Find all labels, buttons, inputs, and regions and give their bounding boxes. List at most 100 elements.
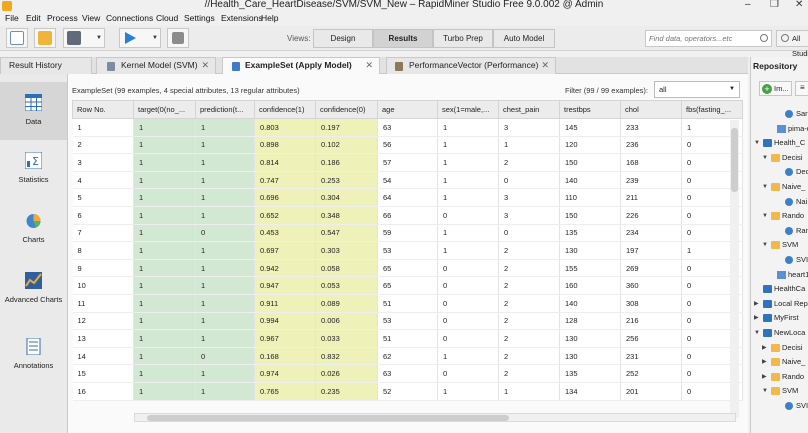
process-icon	[785, 197, 793, 206]
close-icon[interactable]: ✕	[365, 58, 373, 73]
collapse-icon[interactable]: ▶	[762, 356, 767, 368]
table-cell: 64	[377, 188, 438, 207]
tab-exampleset-apply-model[interactable]: ExampleSet (Apply Model) ✕	[222, 57, 380, 74]
collapse-icon[interactable]: ▶	[762, 371, 767, 383]
table-row[interactable]: 1 1 1 0.803 0.197 63 1 3 145 233 1	[72, 118, 743, 137]
collapse-icon[interactable]: ▶	[754, 298, 759, 310]
table-cell: 13	[72, 329, 134, 348]
all-studio-dropdown[interactable]: All Studio	[776, 30, 808, 58]
table-row[interactable]: 10 1 1 0.947 0.053 65 0 2 160 360 0	[72, 276, 743, 295]
table-row[interactable]: 15 1 1 0.974 0.026 63 0 2 135 252 0	[72, 364, 743, 383]
maximize-button[interactable]: ❐	[770, 0, 779, 10]
table-cell: 1	[195, 294, 255, 313]
column-header[interactable]: chest_pain	[498, 100, 560, 119]
collapse-icon[interactable]: ▶	[762, 342, 767, 354]
data-icon	[777, 124, 786, 133]
tab-performance-vector[interactable]: PerformanceVector (Performance) ✕	[386, 57, 556, 74]
search-input[interactable]	[646, 31, 756, 46]
table-row[interactable]: 9 1 1 0.942 0.058 65 0 2 155 269 0	[72, 259, 743, 278]
tree-item-label: Dec	[796, 167, 808, 177]
search-icon[interactable]	[760, 34, 768, 42]
horizontal-scrollbar[interactable]	[134, 413, 736, 422]
table-row[interactable]: 4 1 1 0.747 0.253 54 1 0 140 239 0	[72, 171, 743, 190]
table-cell: 0.026	[315, 364, 378, 383]
close-window-button[interactable]: ✕	[795, 0, 803, 10]
filter-dropdown[interactable]: all ▼	[654, 81, 740, 98]
table-row[interactable]: 12 1 1 0.994 0.006 53 0 2 128 216 0	[72, 312, 743, 331]
expand-icon[interactable]: ▼	[762, 210, 768, 222]
menu-cloud[interactable]: Cloud	[156, 13, 178, 23]
scrollbar-thumb[interactable]	[147, 415, 509, 421]
table-row[interactable]: 2 1 1 0.898 0.102 56 1 1 120 236 0	[72, 136, 743, 155]
nav-statistics[interactable]: Σ Statistics	[0, 140, 67, 198]
chevron-down-icon[interactable]: ▼	[152, 35, 158, 41]
import-data-button[interactable]: + Im...	[759, 81, 792, 96]
tab-result-history[interactable]: Result History	[0, 57, 92, 74]
column-header[interactable]: chol	[620, 100, 682, 119]
column-header[interactable]: age	[377, 100, 438, 119]
chevron-down-icon[interactable]: ▼	[96, 35, 102, 41]
menu-process[interactable]: Process	[47, 13, 78, 23]
column-header[interactable]: Row No.	[72, 100, 134, 119]
nav-data[interactable]: Data	[0, 82, 67, 140]
view-results-button[interactable]: Results	[373, 29, 433, 48]
column-header[interactable]: sex(1=male,...	[437, 100, 499, 119]
expand-icon[interactable]: ▼	[762, 152, 768, 164]
run-process-button[interactable]: ▼	[119, 28, 161, 48]
view-design-button[interactable]: Design	[313, 29, 373, 48]
view-auto-model-button[interactable]: Auto Model	[493, 29, 555, 48]
nav-advanced-charts[interactable]: Advanced Charts	[0, 260, 67, 318]
menu-help[interactable]: Help	[261, 13, 278, 23]
table-cell: 0.765	[254, 382, 316, 401]
column-header[interactable]: fbs(fasting_...	[681, 100, 743, 119]
menu-extensions[interactable]: Extensions	[221, 13, 263, 23]
column-header[interactable]: confidence(0)	[315, 100, 378, 119]
tab-kernel-model[interactable]: Kernel Model (SVM) ✕	[96, 57, 216, 74]
table-row[interactable]: 7 1 0 0.453 0.547 59 1 0 135 234 0	[72, 224, 743, 243]
expand-icon[interactable]: ▼	[762, 239, 768, 251]
new-process-button[interactable]	[6, 28, 28, 48]
column-header[interactable]: target(0(no_...	[133, 100, 196, 119]
table-cell: 0.006	[315, 312, 378, 331]
menu-edit[interactable]: Edit	[26, 13, 41, 23]
table-row[interactable]: 13 1 1 0.967 0.033 51 0 2 130 256 0	[72, 329, 743, 348]
vertical-scrollbar[interactable]	[730, 120, 739, 418]
menu-view[interactable]: View	[82, 13, 100, 23]
table-row[interactable]: 5 1 1 0.696 0.304 64 1 3 110 211 0	[72, 188, 743, 207]
close-icon[interactable]: ✕	[541, 58, 549, 73]
menu-connections[interactable]: Connections	[106, 13, 153, 23]
save-process-button[interactable]: ▼	[63, 28, 105, 48]
minimize-button[interactable]: –	[745, 0, 751, 10]
repository-menu-button[interactable]: ≡	[795, 81, 808, 96]
table-cell: 1	[133, 118, 196, 137]
menu-settings[interactable]: Settings	[184, 13, 215, 23]
menu-file[interactable]: File	[5, 13, 19, 23]
column-header[interactable]: trestbps	[559, 100, 621, 119]
table-row[interactable]: 16 1 1 0.765 0.235 52 1 1 134 201 0	[72, 382, 743, 401]
expand-icon[interactable]: ▼	[754, 137, 760, 149]
open-process-button[interactable]	[34, 28, 56, 48]
close-icon[interactable]: ✕	[201, 58, 209, 73]
table-cell: 130	[559, 329, 621, 348]
table-cell: 128	[559, 312, 621, 331]
table-row[interactable]: 3 1 1 0.814 0.186 57 1 2 150 168 0	[72, 153, 743, 172]
table-cell: 0	[498, 224, 560, 243]
table-cell: 0	[437, 259, 499, 278]
column-header[interactable]: prediction(t...	[195, 100, 255, 119]
expand-icon[interactable]: ▼	[762, 181, 768, 193]
collapse-icon[interactable]: ▶	[754, 312, 759, 324]
view-turbo-prep-button[interactable]: Turbo Prep	[433, 29, 493, 48]
table-row[interactable]: 14 1 0 0.168 0.832 62 1 2 130 231 0	[72, 347, 743, 366]
nav-annotations[interactable]: Annotations	[0, 326, 67, 384]
tree-item-label: Local Rep	[774, 298, 808, 308]
expand-icon[interactable]: ▼	[754, 327, 760, 339]
column-header[interactable]: confidence(1)	[254, 100, 316, 119]
table-row[interactable]: 8 1 1 0.697 0.303 53 1 2 130 197 1	[72, 241, 743, 260]
table-row[interactable]: 11 1 1 0.911 0.089 51 0 2 140 308 0	[72, 294, 743, 313]
search-box[interactable]	[645, 30, 772, 47]
table-row[interactable]: 6 1 1 0.652 0.348 66 0 3 150 226 0	[72, 206, 743, 225]
stop-process-button[interactable]	[167, 28, 189, 48]
expand-icon[interactable]: ▼	[762, 385, 768, 397]
nav-charts[interactable]: Charts	[0, 200, 67, 258]
scrollbar-thumb[interactable]	[731, 128, 738, 192]
